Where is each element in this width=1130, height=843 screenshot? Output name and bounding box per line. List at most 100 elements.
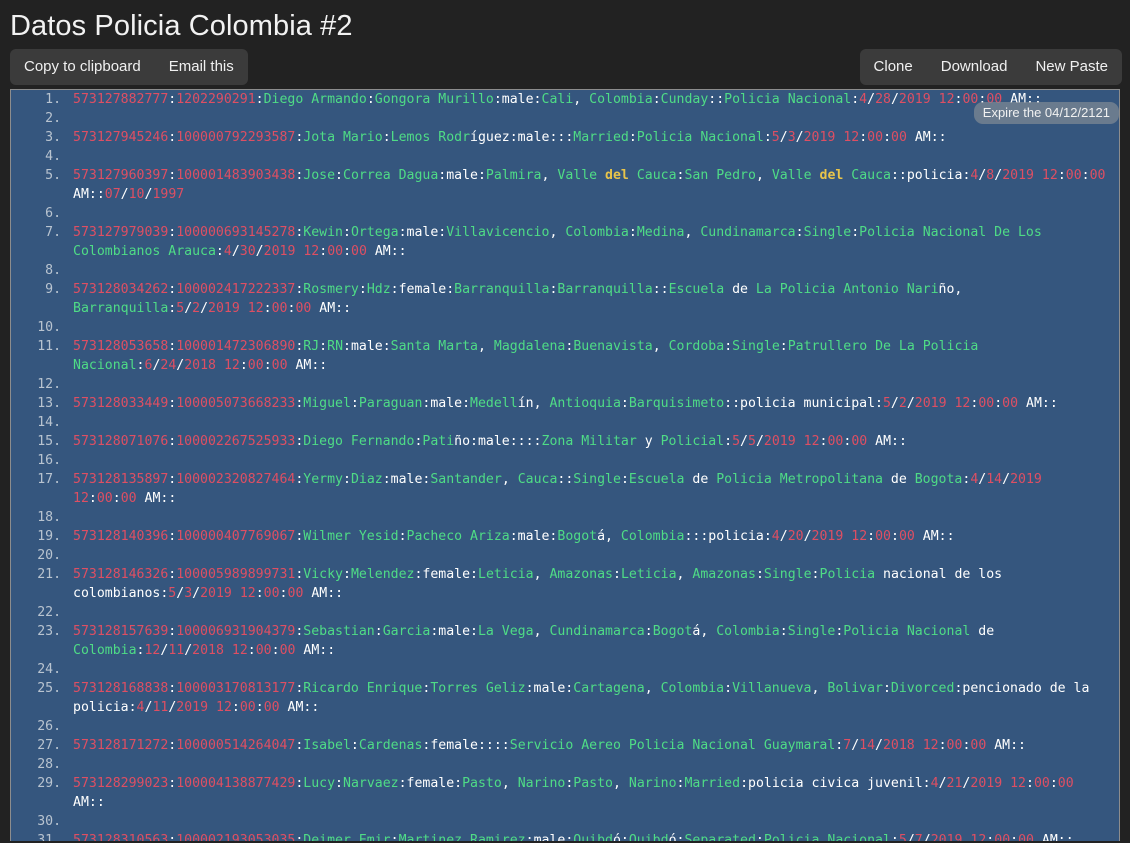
code-token: Amazonas bbox=[692, 567, 756, 582]
code-token: 00 bbox=[279, 643, 296, 658]
code-token: : bbox=[620, 396, 629, 411]
code-token: 00 bbox=[1089, 168, 1106, 183]
code-token: 5 bbox=[898, 833, 907, 841]
code-line-content: 573128071076:100002267525933:Diego Ferna… bbox=[73, 434, 907, 449]
code-token: : bbox=[628, 225, 637, 240]
code-token: 12 bbox=[216, 700, 232, 715]
code-token: :female: bbox=[414, 567, 478, 582]
copy-to-clipboard-button[interactable]: Copy to clipboard bbox=[10, 49, 155, 85]
code-token: : bbox=[795, 225, 804, 240]
code-token: Valle bbox=[771, 168, 812, 183]
code-token: 28 bbox=[875, 92, 891, 107]
code-token: 100005989899731 bbox=[176, 567, 296, 582]
code-token: : bbox=[343, 244, 352, 259]
code-line-content: 573128140396:100000407769067:Wilmer Yesi… bbox=[73, 529, 955, 544]
code-token: / bbox=[1002, 472, 1011, 487]
email-this-button[interactable]: Email this bbox=[155, 49, 248, 85]
code-token: Policia Nacional bbox=[636, 130, 764, 145]
code-token: ó: bbox=[612, 833, 629, 841]
paste-content-viewer[interactable]: 573127882777: 1202290291: Diego Armando: Go… bbox=[10, 89, 1120, 841]
code-token: 12 bbox=[73, 491, 89, 506]
code-token: : bbox=[867, 529, 876, 544]
code-token: / bbox=[906, 396, 915, 411]
code-token: : bbox=[883, 130, 892, 145]
code-line: 573127960397:100001483903438:Jose:Correa… bbox=[69, 166, 1113, 204]
code-token: 100000693145278 bbox=[176, 225, 296, 240]
code-token: / bbox=[803, 529, 812, 544]
code-token: : bbox=[342, 225, 351, 240]
code-token: Cauca bbox=[851, 168, 891, 183]
right-button-group: Clone Download New Paste bbox=[859, 49, 1122, 85]
code-token: : bbox=[613, 567, 621, 582]
code-token: 00 bbox=[1065, 168, 1082, 183]
code-token: Villavicencio bbox=[446, 225, 550, 240]
code-token: 100006931904379 bbox=[176, 624, 296, 639]
code-token: Policia Metropolitana bbox=[716, 472, 883, 487]
code-token: :policia civica juvenil: bbox=[740, 776, 931, 791]
code-token: Villanueva bbox=[732, 681, 812, 696]
code-token: Cordoba bbox=[668, 339, 725, 354]
code-token: 12 bbox=[1010, 776, 1026, 791]
code-token: Single bbox=[763, 567, 812, 582]
code-token: :male: bbox=[525, 833, 574, 841]
code-token: Leticia bbox=[620, 567, 677, 582]
code-token: : bbox=[755, 567, 764, 582]
code-token: : bbox=[350, 396, 359, 411]
code-token: de bbox=[724, 282, 756, 297]
code-token: Barranquilla bbox=[454, 282, 550, 297]
code-line-content: 573128168838: 100003170813177: Ricardo Enr… bbox=[73, 681, 1097, 715]
code-token: 00 bbox=[1057, 776, 1074, 791]
code-token: : bbox=[366, 92, 375, 107]
code-token: : bbox=[628, 130, 637, 145]
code-line: 573128299023:100004138877429:Lucy:Narvae… bbox=[69, 774, 1113, 812]
code-line-content: 573127960397:100001483903438:Jose:Correa… bbox=[73, 168, 1113, 202]
code-token: AM:: bbox=[279, 700, 320, 715]
code-line bbox=[69, 318, 1113, 337]
code-token: 12 bbox=[1041, 168, 1058, 183]
code-line bbox=[69, 717, 1113, 736]
code-token: / bbox=[120, 187, 129, 202]
code-token: Cali bbox=[541, 92, 574, 107]
code-token: AM:: bbox=[303, 586, 344, 601]
new-paste-button[interactable]: New Paste bbox=[1021, 49, 1122, 85]
code-token: 00 bbox=[978, 396, 995, 411]
code-token: 2018 bbox=[882, 738, 915, 753]
code-token: , bbox=[501, 776, 518, 791]
code-token: : bbox=[851, 92, 860, 107]
code-token: AM:: bbox=[867, 434, 907, 449]
code-token: 100002267525933 bbox=[176, 434, 296, 449]
code-token: Hdz bbox=[366, 282, 391, 297]
code-token: Correa Dagua bbox=[343, 168, 439, 183]
code-token: 5 bbox=[176, 301, 185, 316]
clone-button[interactable]: Clone bbox=[860, 49, 927, 85]
code-token: Cardenas bbox=[358, 738, 423, 753]
code-token: Medell bbox=[470, 396, 518, 411]
code-token: Cauca bbox=[636, 168, 677, 183]
code-token: / bbox=[994, 168, 1003, 183]
code-token: :: bbox=[652, 282, 669, 297]
code-token: , bbox=[613, 776, 629, 791]
code-token: La Policia Antonio Nari bbox=[755, 282, 939, 297]
code-token: AM:: bbox=[906, 130, 947, 145]
code-token: : bbox=[390, 833, 399, 841]
code-token: / bbox=[795, 130, 804, 145]
code-line: 573127945246:100000792293587:Jota Mario:… bbox=[69, 128, 1113, 147]
code-token: 00 bbox=[263, 700, 280, 715]
code-token: , bbox=[755, 168, 772, 183]
code-token: 00 bbox=[1033, 776, 1050, 791]
code-token: 2019 bbox=[263, 244, 296, 259]
download-button[interactable]: Download bbox=[927, 49, 1022, 85]
code-token: : bbox=[644, 624, 653, 639]
code-token: :male: bbox=[493, 92, 542, 107]
code-token: RJ bbox=[303, 339, 320, 354]
code-token: 2019 bbox=[176, 700, 209, 715]
code-token: : bbox=[231, 700, 240, 715]
code-token: : bbox=[342, 472, 351, 487]
code-token: 00 bbox=[898, 529, 915, 544]
code-token: AM:: bbox=[287, 358, 328, 373]
code-token: 14 bbox=[986, 472, 1003, 487]
